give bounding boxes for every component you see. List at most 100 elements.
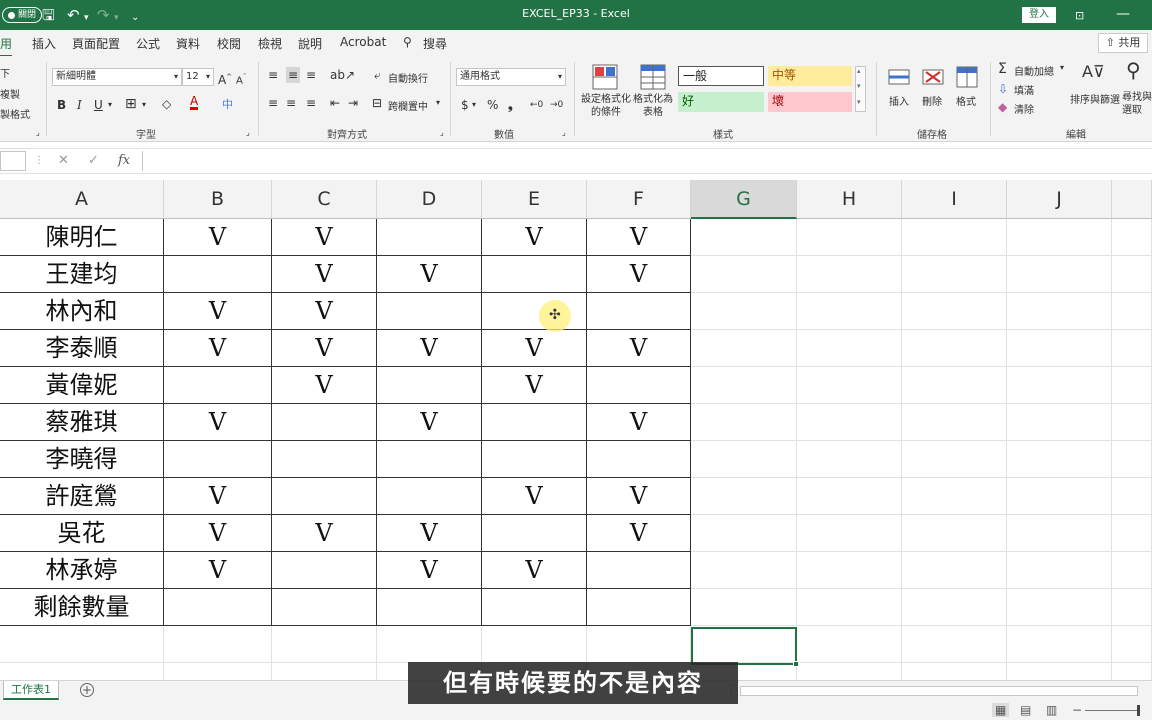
empty-cell[interactable] (1007, 404, 1112, 441)
number-launcher-icon[interactable]: ⌟ (562, 128, 566, 137)
spreadsheet-grid[interactable]: A B C D E F G H I J 陳明仁 V V V V 王建均 V V V 林內和 V V 李泰順 V V V V V 黃偉妮 V… (0, 180, 1152, 680)
empty-cell[interactable] (1112, 256, 1152, 293)
empty-cell[interactable] (1007, 293, 1112, 330)
mark-cell[interactable] (587, 293, 691, 330)
mark-cell[interactable]: V (164, 404, 272, 441)
align-left-icon[interactable]: ≡ (268, 95, 278, 111)
autosum-icon[interactable]: Σ (998, 61, 1007, 77)
chevron-down-icon[interactable]: ▾ (108, 97, 112, 113)
empty-cell[interactable] (902, 404, 1007, 441)
decrease-indent-icon[interactable]: ⇤ (330, 95, 340, 111)
align-center-icon[interactable]: ≡ (286, 95, 296, 111)
mark-cell[interactable] (377, 367, 482, 404)
mark-cell[interactable] (377, 441, 482, 478)
mark-cell[interactable]: V (377, 552, 482, 589)
empty-cell[interactable] (691, 293, 797, 330)
empty-cell[interactable] (902, 219, 1007, 256)
align-bottom-icon[interactable]: ≡ (306, 67, 316, 83)
mark-cell[interactable] (272, 441, 377, 478)
mark-cell[interactable] (164, 367, 272, 404)
empty-cell[interactable] (1007, 663, 1112, 680)
empty-cell[interactable] (1112, 589, 1152, 626)
wrap-text-icon[interactable]: ⤶ (374, 67, 381, 83)
tab-formulas[interactable]: 公式 (136, 35, 160, 52)
alignment-launcher-icon[interactable]: ⌟ (440, 128, 444, 137)
empty-cell[interactable] (902, 256, 1007, 293)
empty-cell[interactable] (691, 515, 797, 552)
phonetic-icon[interactable]: 中 (222, 97, 233, 113)
empty-cell[interactable] (797, 219, 902, 256)
mark-cell[interactable]: V (482, 330, 587, 367)
wrap-text-button[interactable]: 自動換行 (388, 70, 428, 85)
increase-decimal-icon[interactable]: ←0 (530, 97, 543, 113)
column-header-d[interactable]: D (377, 180, 482, 219)
empty-cell[interactable] (1007, 219, 1112, 256)
empty-cell[interactable] (1007, 441, 1112, 478)
font-size-select[interactable]: 12 ▾ (182, 68, 214, 86)
column-header-e[interactable]: E (482, 180, 587, 219)
chevron-down-icon[interactable]: ▾ (1060, 63, 1064, 72)
tab-page-layout[interactable]: 頁面配置 (72, 35, 120, 52)
empty-cell[interactable] (902, 663, 1007, 680)
mark-cell[interactable] (272, 552, 377, 589)
tab-insert[interactable]: 插入 (32, 35, 56, 52)
copy-button[interactable]: 複製 (0, 86, 20, 101)
normal-view-icon[interactable]: ▦ (992, 703, 1010, 717)
name-cell[interactable]: 蔡雅琪 (0, 404, 164, 441)
fill-down-icon[interactable]: ⇩ (998, 81, 1008, 97)
zoom-slider-track[interactable] (1085, 710, 1140, 711)
chevron-down-icon[interactable]: ▾ (472, 97, 476, 113)
empty-cell[interactable] (1112, 441, 1152, 478)
sheet-tab-1[interactable]: 工作表1 (3, 681, 59, 700)
empty-cell[interactable] (797, 441, 902, 478)
mark-cell[interactable]: V (272, 256, 377, 293)
merge-center-icon[interactable]: ⊟ (372, 95, 382, 111)
empty-cell[interactable] (902, 589, 1007, 626)
empty-cell[interactable] (1112, 515, 1152, 552)
clear-button[interactable]: 清除 (1014, 101, 1034, 116)
empty-cell[interactable] (797, 515, 902, 552)
mark-cell[interactable]: V (587, 219, 691, 256)
mark-cell[interactable]: V (164, 330, 272, 367)
mark-cell[interactable]: V (164, 219, 272, 256)
mark-cell[interactable]: V (272, 293, 377, 330)
mark-cell[interactable]: V (164, 552, 272, 589)
align-top-icon[interactable]: ≡ (268, 67, 278, 83)
mark-cell[interactable]: V (587, 256, 691, 293)
delete-button[interactable]: 刪除 (922, 93, 942, 108)
find-select-button[interactable]: 尋找與選取 (1122, 91, 1152, 117)
column-header-c[interactable]: C (272, 180, 377, 219)
mark-cell[interactable] (482, 441, 587, 478)
mark-cell[interactable]: V (482, 367, 587, 404)
cancel-icon[interactable]: ✕ (58, 153, 69, 168)
name-cell[interactable]: 李泰順 (0, 330, 164, 367)
mark-cell[interactable] (164, 441, 272, 478)
decrease-decimal-icon[interactable]: →0 (550, 97, 563, 113)
empty-cell[interactable] (1112, 293, 1152, 330)
mark-cell[interactable] (587, 441, 691, 478)
fill-button[interactable]: 填滿 (1014, 82, 1034, 97)
empty-cell[interactable] (1007, 626, 1112, 663)
column-header-a[interactable]: A (0, 180, 164, 219)
mark-cell[interactable]: V (587, 515, 691, 552)
mark-cell[interactable] (482, 293, 587, 330)
empty-cell[interactable] (797, 404, 902, 441)
font-name-select[interactable]: 新細明體 ▾ (52, 68, 182, 86)
empty-cell[interactable] (1112, 367, 1152, 404)
mark-cell[interactable]: V (587, 330, 691, 367)
mark-cell[interactable]: V (377, 330, 482, 367)
empty-cell[interactable] (797, 626, 902, 663)
mark-cell[interactable] (272, 589, 377, 626)
format-as-table-button[interactable]: 格式化為表格 (632, 93, 674, 119)
share-button[interactable]: ⇧ 共用 (1098, 33, 1148, 53)
mark-cell[interactable] (164, 589, 272, 626)
mark-cell[interactable] (587, 367, 691, 404)
empty-cell[interactable] (691, 589, 797, 626)
empty-cell[interactable] (1112, 219, 1152, 256)
empty-cell[interactable] (1112, 330, 1152, 367)
mark-cell[interactable]: V (164, 478, 272, 515)
empty-cell[interactable] (482, 626, 587, 663)
empty-cell[interactable] (1007, 589, 1112, 626)
column-header-h[interactable]: H (797, 180, 902, 219)
empty-cell[interactable] (797, 663, 902, 680)
